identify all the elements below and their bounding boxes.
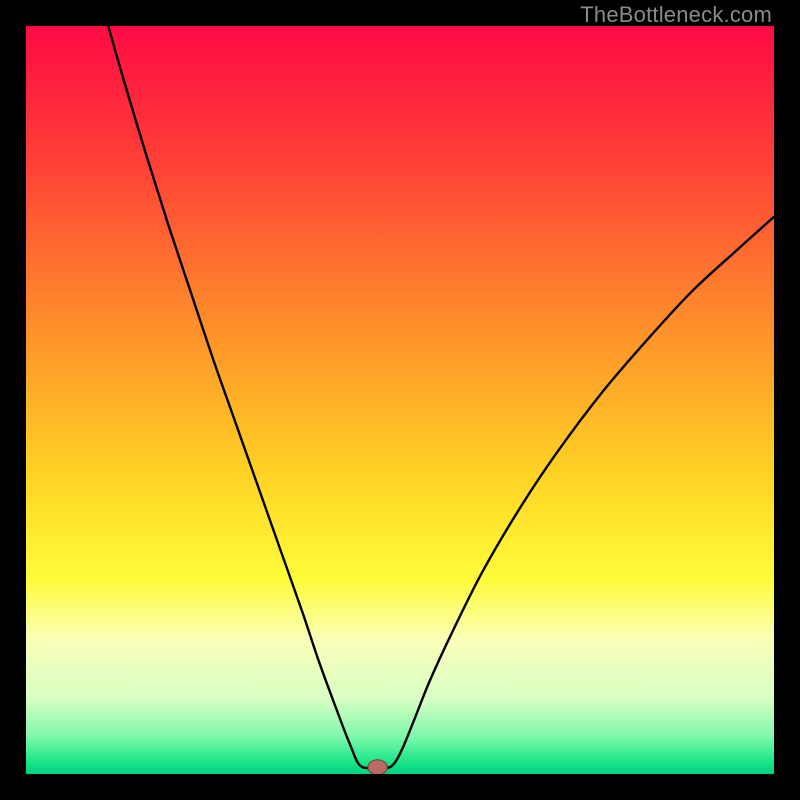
bottleneck-chart — [26, 26, 774, 774]
gradient-background — [26, 26, 774, 774]
watermark-label: TheBottleneck.com — [580, 2, 772, 28]
chart-frame: TheBottleneck.com — [0, 0, 800, 800]
optimal-point-marker — [368, 760, 387, 774]
plot-area — [26, 26, 774, 774]
